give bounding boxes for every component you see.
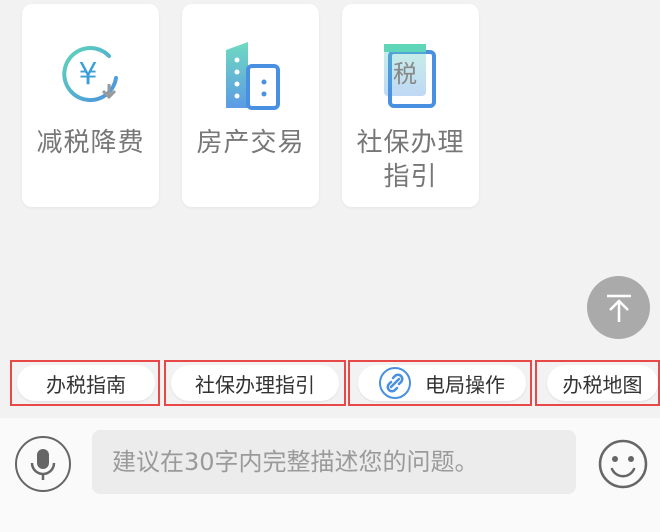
chip-tax-guide[interactable]: 办税指南 bbox=[17, 365, 155, 401]
link-icon bbox=[379, 367, 411, 399]
card-label: 社保办理指引 bbox=[356, 128, 465, 192]
building-icon bbox=[214, 38, 288, 112]
chip-label: 电局操作 bbox=[425, 372, 505, 397]
service-cards: ¥ 减税降费 房产交易 税 社保办理指引 bbox=[0, 0, 660, 350]
scroll-top-button[interactable] bbox=[587, 276, 650, 339]
voice-input-button[interactable] bbox=[15, 436, 71, 492]
card-label: 减税降费 bbox=[36, 128, 145, 158]
chip-tax-map[interactable]: 办税地图 bbox=[547, 365, 658, 401]
smile-icon[interactable] bbox=[597, 438, 649, 490]
yen-refund-icon: ¥ bbox=[54, 38, 128, 112]
chip-frame: 电局操作 bbox=[348, 360, 532, 406]
arrow-to-top-icon bbox=[606, 294, 631, 322]
chip-frame: 办税地图 bbox=[535, 360, 660, 406]
svg-text:¥: ¥ bbox=[78, 57, 97, 92]
microphone-icon bbox=[30, 449, 56, 480]
chip-social-insurance-guide[interactable]: 社保办理指引 bbox=[171, 365, 339, 401]
chip-e-bureau-operation[interactable]: 电局操作 bbox=[358, 365, 526, 401]
card-social-insurance[interactable]: 税 社保办理指引 bbox=[342, 4, 479, 207]
question-input[interactable] bbox=[92, 430, 576, 494]
chip-label: 社保办理指引 bbox=[195, 372, 315, 397]
chip-frame: 社保办理指引 bbox=[164, 360, 346, 406]
card-tax-reduction[interactable]: ¥ 减税降费 bbox=[22, 4, 159, 207]
chip-label: 办税地图 bbox=[562, 372, 643, 397]
chip-label: 办税指南 bbox=[46, 372, 126, 397]
chip-frame: 办税指南 bbox=[10, 360, 160, 406]
svg-text:税: 税 bbox=[393, 60, 417, 88]
card-label: 房产交易 bbox=[196, 128, 305, 158]
quick-reply-chips: 办税指南 社保办理指引 电局操作 办税地图 bbox=[0, 360, 660, 410]
card-real-estate[interactable]: 房产交易 bbox=[182, 4, 319, 207]
tax-document-icon: 税 bbox=[374, 38, 448, 112]
input-bar bbox=[0, 418, 660, 532]
